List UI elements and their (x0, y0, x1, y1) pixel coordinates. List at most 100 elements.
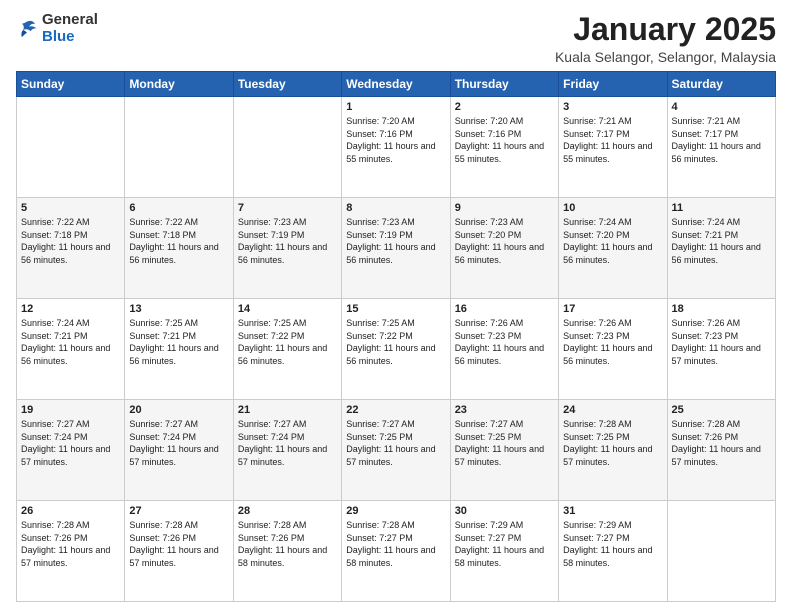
day-number: 17 (563, 303, 662, 315)
day-info: Sunrise: 7:29 AMSunset: 7:27 PMDaylight:… (455, 519, 554, 569)
table-row: 12 Sunrise: 7:24 AMSunset: 7:21 PMDayligh… (17, 299, 125, 400)
day-number: 3 (563, 101, 662, 113)
day-number: 14 (238, 303, 337, 315)
table-row: 19 Sunrise: 7:27 AMSunset: 7:24 PMDayligh… (17, 400, 125, 501)
day-number: 25 (672, 404, 771, 416)
day-info: Sunrise: 7:26 AMSunset: 7:23 PMDaylight:… (455, 317, 554, 367)
day-number: 9 (455, 202, 554, 214)
day-info: Sunrise: 7:25 AMSunset: 7:22 PMDaylight:… (346, 317, 445, 367)
table-row (233, 97, 341, 198)
day-info: Sunrise: 7:21 AMSunset: 7:17 PMDaylight:… (563, 115, 662, 165)
calendar-table: Sunday Monday Tuesday Wednesday Thursday… (16, 71, 776, 602)
logo-general: General (42, 11, 98, 28)
day-info: Sunrise: 7:28 AMSunset: 7:26 PMDaylight:… (672, 418, 771, 468)
day-number: 31 (563, 505, 662, 517)
day-number: 20 (129, 404, 228, 416)
day-number: 8 (346, 202, 445, 214)
day-info: Sunrise: 7:26 AMSunset: 7:23 PMDaylight:… (672, 317, 771, 367)
table-row: 4 Sunrise: 7:21 AMSunset: 7:17 PMDaylight… (667, 97, 775, 198)
logo-blue-text: Blue (42, 28, 75, 45)
table-row: 15Sunrise: 7:25 AMSunset: 7:22 PMDayligh… (342, 299, 450, 400)
table-row: 7 Sunrise: 7:23 AMSunset: 7:19 PMDaylight… (233, 198, 341, 299)
day-info: Sunrise: 7:24 AMSunset: 7:21 PMDaylight:… (21, 317, 120, 367)
day-number: 10 (563, 202, 662, 214)
table-row: 16Sunrise: 7:26 AMSunset: 7:23 PMDayligh… (450, 299, 558, 400)
col-friday: Friday (559, 72, 667, 97)
calendar-week-row: 19 Sunrise: 7:27 AMSunset: 7:24 PMDayligh… (17, 400, 776, 501)
table-row: 3 Sunrise: 7:21 AMSunset: 7:17 PMDaylight… (559, 97, 667, 198)
day-number: 7 (238, 202, 337, 214)
day-info: Sunrise: 7:22 AMSunset: 7:18 PMDaylight:… (21, 216, 120, 266)
table-row: 25 Sunrise: 7:28 AMSunset: 7:26 PMDayligh… (667, 400, 775, 501)
table-row: 28Sunrise: 7:28 AMSunset: 7:26 PMDayligh… (233, 501, 341, 602)
table-row: 17Sunrise: 7:26 AMSunset: 7:23 PMDayligh… (559, 299, 667, 400)
day-info: Sunrise: 7:20 AMSunset: 7:16 PMDaylight:… (455, 115, 554, 165)
table-row: 24Sunrise: 7:28 AMSunset: 7:25 PMDayligh… (559, 400, 667, 501)
table-row: 22Sunrise: 7:27 AMSunset: 7:25 PMDayligh… (342, 400, 450, 501)
day-number: 6 (129, 202, 228, 214)
day-number: 30 (455, 505, 554, 517)
day-info: Sunrise: 7:21 AMSunset: 7:17 PMDaylight:… (672, 115, 771, 165)
day-number: 28 (238, 505, 337, 517)
calendar-week-row: 1 Sunrise: 7:20 AMSunset: 7:16 PMDaylight… (17, 97, 776, 198)
table-row: 13 Sunrise: 7:25 AMSunset: 7:21 PMDayligh… (125, 299, 233, 400)
day-info: Sunrise: 7:27 AMSunset: 7:24 PMDaylight:… (238, 418, 337, 468)
day-info: Sunrise: 7:29 AMSunset: 7:27 PMDaylight:… (563, 519, 662, 569)
col-wednesday: Wednesday (342, 72, 450, 97)
month-title: January 2025 (555, 12, 776, 47)
calendar-week-row: 12 Sunrise: 7:24 AMSunset: 7:21 PMDayligh… (17, 299, 776, 400)
table-row: 14Sunrise: 7:25 AMSunset: 7:22 PMDayligh… (233, 299, 341, 400)
day-number: 4 (672, 101, 771, 113)
day-number: 19 (21, 404, 120, 416)
table-row: 8 Sunrise: 7:23 AMSunset: 7:19 PMDaylight… (342, 198, 450, 299)
day-info: Sunrise: 7:27 AMSunset: 7:24 PMDaylight:… (21, 418, 120, 468)
day-info: Sunrise: 7:22 AMSunset: 7:18 PMDaylight:… (129, 216, 228, 266)
title-area: January 2025 Kuala Selangor, Selangor, M… (555, 12, 776, 65)
table-row: 2Sunrise: 7:20 AMSunset: 7:16 PMDaylight… (450, 97, 558, 198)
table-row: 26 Sunrise: 7:28 AMSunset: 7:26 PMDayligh… (17, 501, 125, 602)
table-row (17, 97, 125, 198)
table-row: 27 Sunrise: 7:28 AMSunset: 7:26 PMDayligh… (125, 501, 233, 602)
day-number: 1 (346, 101, 445, 113)
day-info: Sunrise: 7:23 AMSunset: 7:19 PMDaylight:… (346, 216, 445, 266)
day-info: Sunrise: 7:27 AMSunset: 7:25 PMDaylight:… (455, 418, 554, 468)
day-number: 11 (672, 202, 771, 214)
day-info: Sunrise: 7:28 AMSunset: 7:26 PMDaylight:… (129, 519, 228, 569)
day-info: Sunrise: 7:23 AMSunset: 7:20 PMDaylight:… (455, 216, 554, 266)
day-number: 12 (21, 303, 120, 315)
table-row: 1 Sunrise: 7:20 AMSunset: 7:16 PMDaylight… (342, 97, 450, 198)
calendar-week-row: 5 Sunrise: 7:22 AMSunset: 7:18 PMDaylight… (17, 198, 776, 299)
col-sunday: Sunday (17, 72, 125, 97)
table-row: 11Sunrise: 7:24 AMSunset: 7:21 PMDayligh… (667, 198, 775, 299)
day-number: 5 (21, 202, 120, 214)
page: General Blue January 2025 Kuala Selangor… (0, 0, 792, 612)
table-row: 5 Sunrise: 7:22 AMSunset: 7:18 PMDaylight… (17, 198, 125, 299)
day-number: 23 (455, 404, 554, 416)
col-thursday: Thursday (450, 72, 558, 97)
table-row: 31 Sunrise: 7:29 AMSunset: 7:27 PMDayligh… (559, 501, 667, 602)
day-info: Sunrise: 7:20 AMSunset: 7:16 PMDaylight:… (346, 115, 445, 165)
day-number: 18 (672, 303, 771, 315)
day-info: Sunrise: 7:25 AMSunset: 7:21 PMDaylight:… (129, 317, 228, 367)
table-row: 29Sunrise: 7:28 AMSunset: 7:27 PMDayligh… (342, 501, 450, 602)
day-number: 21 (238, 404, 337, 416)
day-info: Sunrise: 7:27 AMSunset: 7:24 PMDaylight:… (129, 418, 228, 468)
logo-text: General Blue (42, 12, 98, 45)
table-row: 21 Sunrise: 7:27 AMSunset: 7:24 PMDayligh… (233, 400, 341, 501)
col-monday: Monday (125, 72, 233, 97)
col-tuesday: Tuesday (233, 72, 341, 97)
day-number: 13 (129, 303, 228, 315)
table-row: 23 Sunrise: 7:27 AMSunset: 7:25 PMDayligh… (450, 400, 558, 501)
day-info: Sunrise: 7:23 AMSunset: 7:19 PMDaylight:… (238, 216, 337, 266)
table-row: 30 Sunrise: 7:29 AMSunset: 7:27 PMDayligh… (450, 501, 558, 602)
day-number: 26 (21, 505, 120, 517)
day-number: 27 (129, 505, 228, 517)
day-info: Sunrise: 7:24 AMSunset: 7:20 PMDaylight:… (563, 216, 662, 266)
day-info: Sunrise: 7:28 AMSunset: 7:26 PMDaylight:… (21, 519, 120, 569)
table-row: 20 Sunrise: 7:27 AMSunset: 7:24 PMDayligh… (125, 400, 233, 501)
calendar-header-row: Sunday Monday Tuesday Wednesday Thursday… (17, 72, 776, 97)
calendar-week-row: 26 Sunrise: 7:28 AMSunset: 7:26 PMDayligh… (17, 501, 776, 602)
table-row: 18 Sunrise: 7:26 AMSunset: 7:23 PMDayligh… (667, 299, 775, 400)
header: General Blue January 2025 Kuala Selangor… (16, 12, 776, 65)
table-row: 9 Sunrise: 7:23 AMSunset: 7:20 PMDaylight… (450, 198, 558, 299)
